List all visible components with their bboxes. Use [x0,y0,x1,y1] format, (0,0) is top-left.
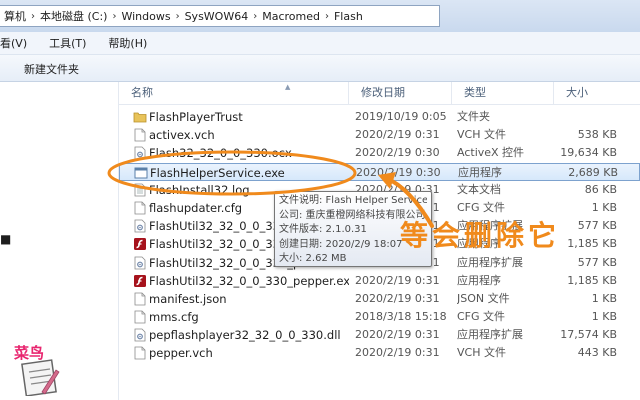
file-name: FlashPlayerTrust [149,110,243,124]
nav-pane-fragment: ■ [0,232,12,246]
sort-arrow-icon: ▲ [285,83,291,91]
file-row[interactable]: pepper.vch 2020/2/19 0:31 VCH 文件 443 KB [119,344,640,362]
file-size: 1,185 KB [567,273,617,287]
breadcrumb-item[interactable]: Flash [334,10,363,23]
breadcrumb-separator-icon[interactable]: › [31,11,35,22]
file-size: 86 KB [584,182,617,196]
watermark-logo: 菜鸟 [12,340,60,397]
file-name: Flash32_32_0_0_330.ocx [149,146,292,161]
toolbar: 新建文件夹 [0,55,640,82]
breadcrumb-separator-icon[interactable]: › [112,11,116,22]
menu-view[interactable]: 看(V) [0,35,36,51]
file-modified-date: 2020/2/19 0:31 [355,328,440,342]
folder-icon [133,110,147,124]
file-modified-date: 2018/3/18 15:18 [355,310,447,324]
file-name: FlashUtil32_32_0_0_330_pepper.exe [149,273,349,288]
breadcrumb-item[interactable]: SysWOW64 [185,10,249,23]
file-row[interactable]: Flash32_32_0_0_330.ocx 2020/2/19 0:30 Acti… [119,144,640,162]
address-bar[interactable]: 算机 › 本地磁盘 (C:) › Windows › SysWOW64 › Macromed › F… [0,5,440,27]
column-size-label: 大小 [566,86,588,99]
file-size [539,108,617,126]
file-modified-date: 2020/2/19 0:31 [355,291,440,305]
file-modified-date: 2020/2/19 0:31 [355,346,440,360]
flash-icon [133,274,146,288]
file-modified-date: 2020/2/19 0:30 [356,165,441,179]
file-icon [133,292,146,306]
file-icon [133,310,146,324]
file-name: mms.cfg [149,310,199,325]
breadcrumb-item[interactable]: 算机 [4,8,26,24]
file-size: 19,634 KB [560,146,617,160]
header-divider [119,104,640,105]
tooltip-size: 大小: 2.62 MB [279,253,347,265]
column-header-name[interactable]: 名称 [119,82,349,104]
text-file-icon [133,183,146,197]
file-row[interactable]: FlashUtil32_32_0_0_330_pepper.exe 2020/2/… [119,272,640,290]
exe-icon [134,166,148,180]
breadcrumb-separator-icon[interactable]: › [176,11,180,22]
new-folder-button[interactable]: 新建文件夹 [24,61,79,77]
column-name-label: 名称 [131,86,153,99]
file-name: pepper.vch [149,346,213,361]
file-name: FlashHelperService.exe [150,165,285,180]
breadcrumb-separator-icon[interactable]: › [325,11,329,22]
file-size: 577 KB [577,255,617,269]
file-size: 17,574 KB [560,328,617,342]
breadcrumb-item[interactable]: Windows [121,10,170,23]
settings-file-icon [133,219,146,233]
file-modified-date: 2020/2/19 0:31 [355,128,440,142]
settings-file-icon [133,328,146,342]
file-row[interactable]: activex.vch 2020/2/19 0:31 VCH 文件 538 KB [119,126,640,144]
file-modified-date: 2019/10/19 0:05 [355,110,447,123]
file-icon [133,201,146,215]
file-name: manifest.json [149,291,227,306]
tooltip-description: 文件说明: Flash Helper Service [279,195,427,206]
menu-help[interactable]: 帮助(H) [108,35,156,51]
column-header-type[interactable]: 类型 [452,82,554,104]
settings-file-icon [133,256,146,270]
file-size: 538 KB [577,128,617,142]
column-header-size[interactable]: 大小 [554,82,640,104]
file-icon [133,346,146,360]
file-size: 443 KB [577,346,617,360]
logo-text: 菜鸟 [14,344,45,362]
flash-icon [133,237,146,251]
file-row[interactable]: FlashPlayerTrust 2019/10/19 0:05 文件夹 [119,108,640,126]
file-modified-date: 2020/2/19 0:31 [355,273,440,287]
breadcrumb-separator-icon[interactable]: › [253,11,257,22]
file-size: 1 KB [591,310,617,324]
file-size: 2,689 KB [568,165,618,179]
annotation-text: 等会删除它 [400,219,561,252]
breadcrumb-item[interactable]: 本地磁盘 (C:) [40,8,107,24]
file-row[interactable]: pepflashplayer32_32_0_0_330.dll 2020/2/19… [119,326,640,344]
column-header-date[interactable]: 修改日期 [349,82,452,104]
menu-tools[interactable]: 工具(T) [49,35,95,51]
address-bar-area: 算机 › 本地磁盘 (C:) › Windows › SysWOW64 › Macromed › F… [0,0,640,32]
menu-bar: 看(V) 工具(T) 帮助(H) [0,32,640,55]
file-row[interactable]: mms.cfg 2018/3/18 15:18 CFG 文件 1 KB [119,308,640,326]
file-size: 1 KB [591,291,617,305]
column-type-label: 类型 [464,86,486,99]
column-date-label: 修改日期 [361,86,405,99]
breadcrumb-item[interactable]: Macromed [262,10,320,23]
file-name: pepflashplayer32_32_0_0_330.dll [149,328,341,343]
file-icon [133,128,146,142]
file-modified-date: 2020/2/19 0:30 [355,146,440,160]
file-row[interactable]: FlashHelperService.exe 2020/2/19 0:30 应用程序… [119,162,640,181]
file-name: activex.vch [149,128,215,143]
file-row[interactable]: manifest.json 2020/2/19 0:31 JSON 文件 1 KB [119,290,640,308]
settings-file-icon [133,146,146,160]
